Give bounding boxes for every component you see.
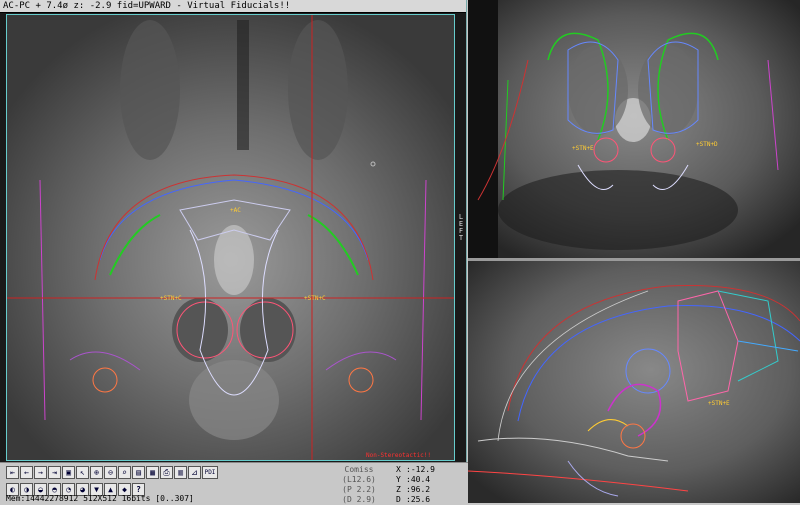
comiss-l: (L12.6) bbox=[342, 475, 376, 484]
magnify-icon[interactable]: ⌕ bbox=[118, 466, 131, 479]
sagittal-image[interactable]: +STN+E bbox=[468, 261, 800, 503]
d-label: D bbox=[396, 495, 401, 504]
memory-readout: Mem:14442278912 512X512 16bits [0..307] bbox=[6, 494, 194, 503]
coronal-stn-left-label: +STN+E bbox=[572, 145, 594, 152]
zoom-in-icon[interactable]: ⊕ bbox=[90, 466, 103, 479]
nonstereo-warning: Non-Stereotactic!! bbox=[366, 452, 432, 459]
toolbar: ⇤ ← → ⇥ ▣ ↖ ⊕ ⊖ ⌕ ▤ ▦ ⎙ ▥ ⊿ PDI bbox=[6, 466, 218, 480]
axial-view[interactable]: +AC +STN+C +STN+C AC-PC + 7.4ø z: -2.9 f… bbox=[0, 0, 467, 462]
coronal-stn-right-label: +STN+D bbox=[696, 141, 718, 148]
comiss-title: Comiss bbox=[344, 465, 374, 474]
comiss-d: (D 2.9) bbox=[342, 495, 376, 504]
arrow-left-icon[interactable]: ← bbox=[20, 466, 33, 479]
comiss-p: (P 2.2) bbox=[342, 485, 376, 494]
z-label: Z bbox=[396, 485, 401, 494]
coronal-view[interactable]: +STN+E +STN+D bbox=[468, 0, 800, 258]
zoom-out-icon[interactable]: ⊖ bbox=[104, 466, 117, 479]
y-value: :40.4 bbox=[406, 475, 431, 484]
arrow-right-icon[interactable]: → bbox=[34, 466, 47, 479]
comiss-readout: Comiss (L12.6) (P 2.2) (D 2.9) bbox=[330, 465, 388, 505]
pdf-icon[interactable]: PDI bbox=[202, 466, 218, 479]
arrow-left-end-icon[interactable]: ⇤ bbox=[6, 466, 19, 479]
x-label: X bbox=[396, 465, 401, 474]
arrow-right-end-icon[interactable]: ⇥ bbox=[48, 466, 61, 479]
print-icon[interactable]: ⎙ bbox=[160, 466, 173, 479]
window-icon[interactable]: ▣ bbox=[62, 466, 75, 479]
coordinate-readout: X:-12.9 Y:40.4 Z:96.2 D:25.6 bbox=[396, 465, 466, 505]
status-bar: ⇤ ← → ⇥ ▣ ↖ ⊕ ⊖ ⌕ ▤ ▦ ⎙ ▥ ⊿ PDI ◐ ◑ ◒ ◓ … bbox=[0, 462, 468, 504]
coronal-image[interactable]: +STN+E +STN+D bbox=[468, 0, 800, 258]
layers-icon[interactable]: ▤ bbox=[132, 466, 145, 479]
axial-header: AC-PC + 7.4ø z: -2.9 fid=UPWARD - Virtua… bbox=[0, 0, 466, 13]
side-label: LEFT bbox=[458, 213, 464, 242]
x-value: :-12.9 bbox=[406, 465, 435, 474]
sagittal-stn-label: +STN+E bbox=[708, 400, 730, 407]
pointer-icon[interactable]: ↖ bbox=[76, 466, 89, 479]
z-value: :96.2 bbox=[406, 485, 431, 494]
film-icon[interactable]: ▥ bbox=[174, 466, 187, 479]
sagittal-view[interactable]: +STN+E bbox=[468, 261, 800, 503]
grid-icon[interactable]: ▦ bbox=[146, 466, 159, 479]
y-label: Y bbox=[396, 475, 401, 484]
axial-frame bbox=[6, 14, 455, 461]
ruler-icon[interactable]: ⊿ bbox=[188, 466, 201, 479]
